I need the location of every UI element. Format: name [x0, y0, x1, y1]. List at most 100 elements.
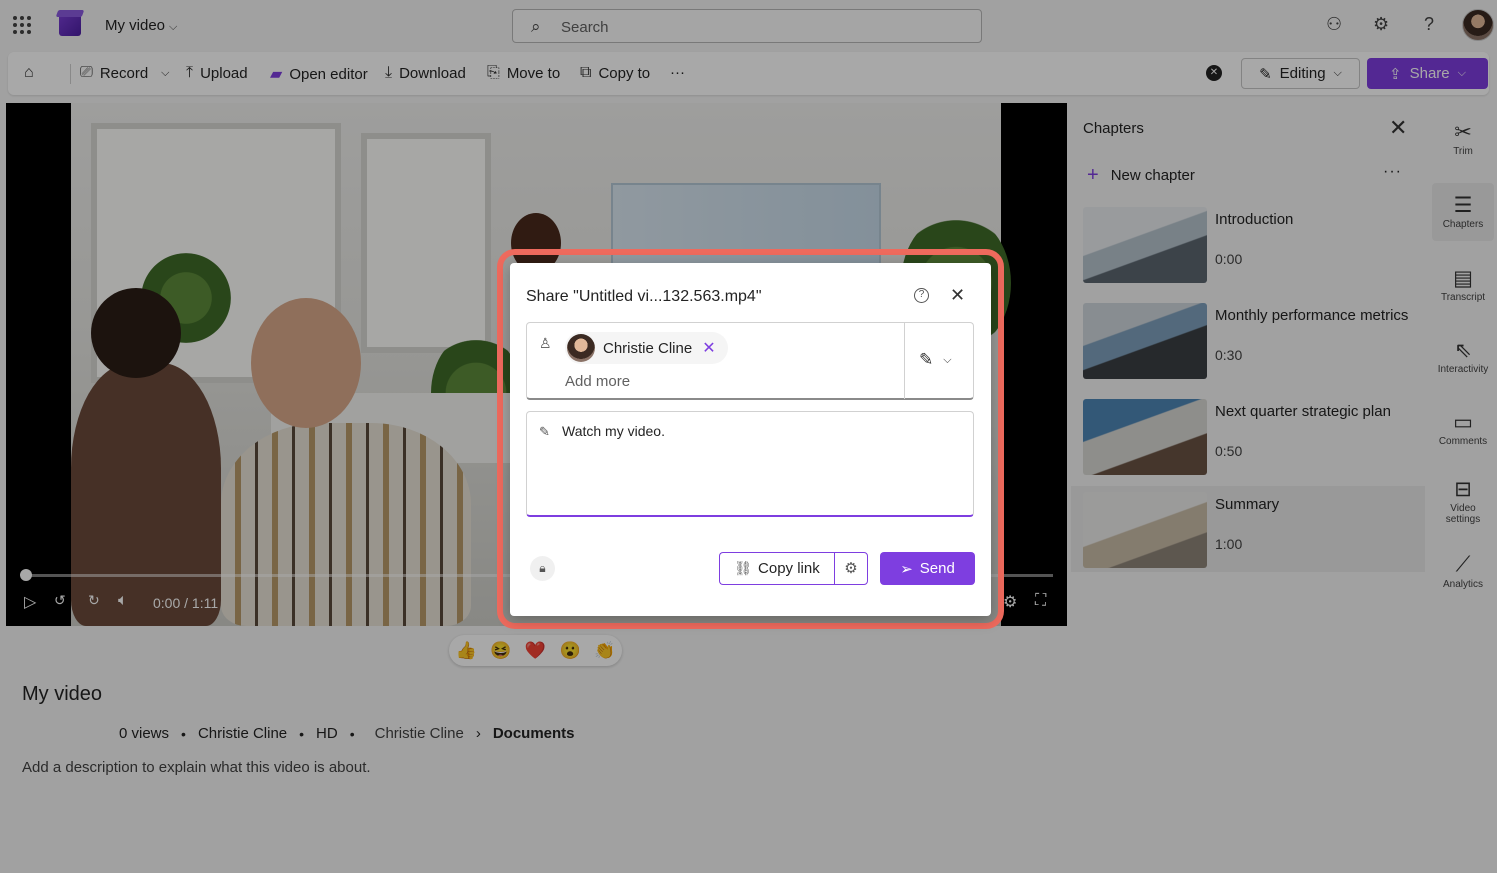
rail-comments[interactable]: ▭ Comments: [1432, 410, 1494, 454]
chapter-time: 0:00: [1215, 251, 1243, 267]
close-icon[interactable]: ✕: [1389, 115, 1407, 141]
thumbs-up-reaction[interactable]: 👍: [456, 641, 477, 661]
rail-label: Video: [1450, 503, 1476, 514]
heart-reaction[interactable]: ❤️: [525, 641, 546, 661]
rail-interactivity[interactable]: ⇖ Interactivity: [1432, 338, 1494, 382]
clap-reaction[interactable]: 👏: [594, 641, 615, 661]
rail-label: Interactivity: [1437, 364, 1489, 375]
move-to-label: Move to: [506, 64, 561, 82]
remove-recipient-icon[interactable]: ✕: [702, 338, 715, 358]
chapter-thumbnail: [1083, 399, 1207, 475]
search-box[interactable]: ⌕ Search: [512, 9, 982, 43]
settings-gear-icon[interactable]: ⚙: [1003, 592, 1017, 612]
video-meta: 0 views • Christie Cline • HD • Christie…: [119, 725, 575, 742]
breadcrumb-folder[interactable]: Documents: [493, 725, 575, 742]
chapter-thumbnail: [1083, 207, 1207, 283]
seek-handle[interactable]: [20, 569, 32, 581]
app-launcher-icon[interactable]: [13, 16, 31, 34]
close-circle-icon[interactable]: ✕: [1206, 65, 1222, 81]
share-network-icon[interactable]: ⚇: [1326, 14, 1342, 35]
chapter-item[interactable]: Introduction 0:00: [1081, 201, 1425, 287]
more-icon[interactable]: ···: [1383, 163, 1402, 181]
app-title-menu[interactable]: My video ⌵: [105, 17, 177, 34]
rewind-10-icon[interactable]: ↺: [54, 592, 66, 609]
playback-time: 0:00 / 1:11: [153, 595, 219, 611]
send-button[interactable]: ➢ Send: [880, 552, 975, 585]
copy-link-label: Copy link: [758, 560, 820, 577]
share-button[interactable]: ⇪ Share ⌵: [1367, 58, 1488, 89]
laugh-reaction[interactable]: 😆: [490, 641, 511, 661]
copy-link-button[interactable]: ⛓ Copy link: [719, 552, 834, 585]
chapter-item[interactable]: Monthly performance metrics 0:30: [1081, 297, 1425, 383]
more-actions-button[interactable]: ···: [670, 64, 685, 81]
pencil-icon: ✎: [919, 350, 934, 369]
people-picker[interactable]: ♙ Christie Cline ✕ Add more ✎ ⌵: [526, 322, 974, 400]
share-dialog: Share "Untitled vi...132.563.mp4" ? ✕ ♙ …: [510, 263, 991, 616]
view-count: 0 views: [119, 725, 170, 742]
forward-10-icon[interactable]: ↻: [88, 592, 100, 609]
description-field[interactable]: Add a description to explain what this v…: [22, 759, 371, 776]
recipient-name: Christie Cline: [603, 339, 693, 357]
divider: [904, 323, 905, 399]
chapter-name: Next quarter strategic plan: [1215, 403, 1391, 420]
record-button[interactable]: ⎚ Record ⌵: [80, 64, 170, 82]
chapter-thumbnail: [1083, 303, 1207, 379]
new-chapter-button[interactable]: + New chapter: [1087, 164, 1195, 187]
analytics-chart-icon: ⟋: [1455, 553, 1471, 576]
help-icon[interactable]: ?: [914, 288, 929, 303]
avatar[interactable]: [1462, 9, 1494, 41]
help-icon[interactable]: ?: [1424, 14, 1434, 35]
add-more-input[interactable]: Add more: [565, 373, 630, 390]
play-icon[interactable]: ▷: [24, 592, 36, 612]
fullscreen-icon[interactable]: ⛶: [1035, 592, 1046, 610]
breadcrumb-root[interactable]: Christie Cline: [375, 725, 464, 742]
rail-transcript[interactable]: ▤ Transcript: [1432, 266, 1494, 310]
send-icon: ➢: [900, 560, 913, 578]
chevron-down-icon: ⌵: [943, 353, 952, 366]
home-icon: ⌂: [24, 64, 34, 81]
surprised-reaction[interactable]: 😮: [559, 641, 580, 661]
lock-icon[interactable]: 🔒︎: [530, 556, 555, 581]
rail-video-settings[interactable]: ⊟ Video settings: [1432, 477, 1494, 529]
separator-dot: •: [181, 725, 186, 742]
avatar: [567, 334, 595, 362]
download-button[interactable]: ⤓ Download: [385, 64, 466, 82]
search-icon: ⌕: [531, 17, 541, 36]
copy-to-label: Copy to: [598, 64, 651, 82]
chapter-name: Introduction: [1215, 211, 1294, 228]
chapter-time: 1:00: [1215, 536, 1243, 552]
video-title[interactable]: My video: [22, 683, 102, 706]
person-image: [221, 423, 471, 626]
chapter-time: 0:50: [1215, 443, 1243, 459]
gear-icon[interactable]: ⚙: [1373, 14, 1389, 35]
owner-name[interactable]: Christie Cline: [198, 725, 287, 742]
rail-analytics[interactable]: ⟋ Analytics: [1432, 553, 1494, 597]
rail-label: Chapters: [1442, 219, 1484, 230]
message-field[interactable]: ✎ Watch my video.: [526, 411, 974, 517]
upload-button[interactable]: ⤒ Upload: [186, 64, 248, 82]
chapter-item-active[interactable]: Summary 1:00: [1071, 486, 1425, 572]
close-icon[interactable]: ✕: [950, 285, 965, 306]
rail-chapters[interactable]: ☰ Chapters: [1432, 183, 1494, 241]
separator-dot: •: [299, 725, 305, 742]
copy-to-button[interactable]: ⧉ Copy to: [580, 64, 650, 82]
permission-dropdown[interactable]: ✎ ⌵: [919, 350, 952, 370]
chapter-item[interactable]: Next quarter strategic plan 0:50: [1081, 393, 1425, 479]
rail-label: Comments: [1438, 436, 1488, 447]
record-label: Record: [99, 64, 149, 82]
dialog-title: Share "Untitled vi...132.563.mp4": [526, 288, 762, 305]
editing-mode-button[interactable]: ✎ Editing ⌵: [1241, 58, 1360, 89]
move-to-button[interactable]: ⎘ Move to: [487, 64, 560, 82]
command-bar: ⌂ ⎚ Record ⌵ ⤒ Upload ▰ Open editor ⤓ Do…: [8, 52, 1489, 95]
link-settings-icon[interactable]: ⚙: [834, 552, 868, 585]
cursor-click-icon: ⇖: [1454, 339, 1472, 362]
home-button[interactable]: ⌂: [24, 64, 34, 82]
rail-trim[interactable]: ✂ Trim: [1432, 120, 1494, 170]
divider: [70, 64, 71, 84]
volume-icon[interactable]: 🔈︎: [118, 592, 128, 610]
person-icon: ♙: [539, 335, 552, 351]
clipchamp-icon: ▰: [270, 66, 283, 83]
search-placeholder: Search: [561, 19, 609, 36]
open-editor-button[interactable]: ▰ Open editor: [270, 64, 368, 84]
chevron-right-icon: ›: [475, 725, 481, 742]
